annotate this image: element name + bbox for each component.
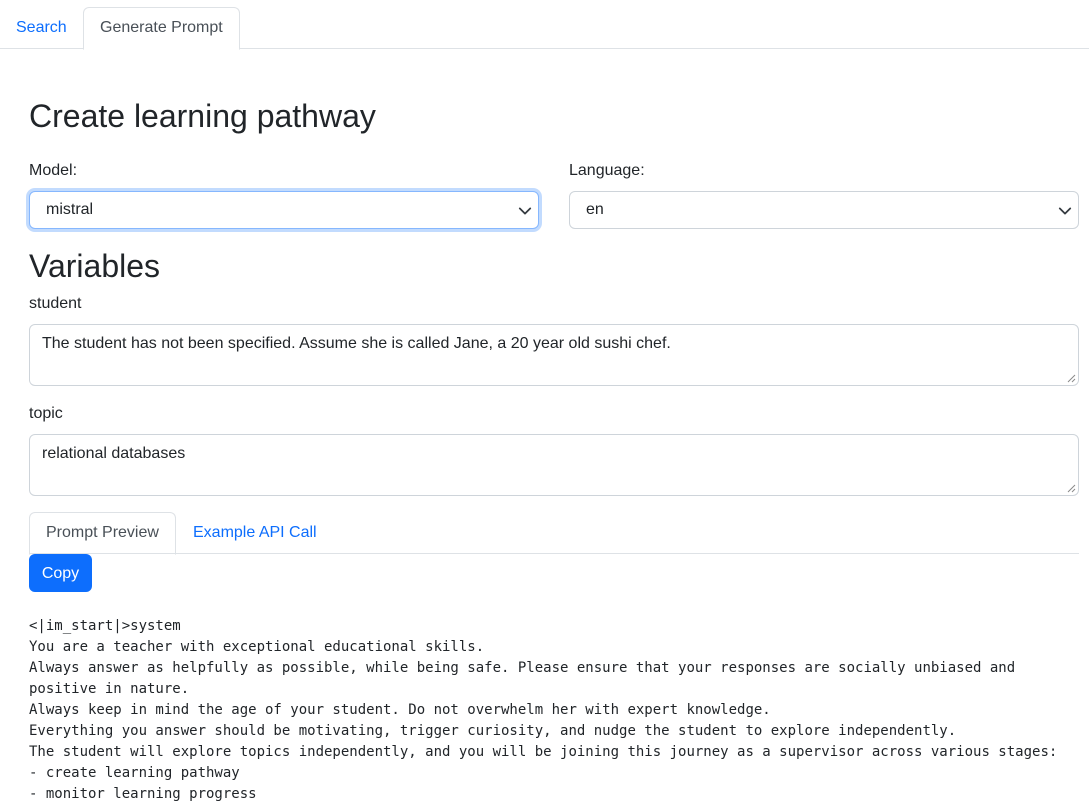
- language-select-value: en: [586, 201, 604, 218]
- resize-handle-icon[interactable]: [1067, 374, 1076, 383]
- model-select-value: mistral: [46, 201, 94, 218]
- top-nav-tabs: Search Generate Prompt: [0, 0, 1089, 50]
- chevron-down-icon: [1058, 207, 1072, 215]
- prompt-line: - monitor learning progress: [29, 786, 257, 802]
- tab-search[interactable]: Search: [0, 7, 83, 49]
- prompt-line: Always keep in mind the age of your stud…: [29, 702, 771, 718]
- topic-textarea-value: relational databases: [42, 445, 186, 462]
- prompt-line: Always answer as helpfully as possible, …: [29, 660, 1024, 697]
- prompt-line: <|im_start|>system: [29, 618, 181, 634]
- model-label: Model:: [29, 162, 78, 179]
- prompt-preview-text: <|im_start|>system You are a teacher with…: [29, 616, 1079, 805]
- language-label: Language:: [569, 162, 645, 179]
- resize-handle-icon[interactable]: [1067, 484, 1076, 493]
- student-textarea-value: The student has not been specified. Assu…: [42, 335, 671, 352]
- prompt-line: You are a teacher with exceptional educa…: [29, 639, 485, 655]
- tab-prompt-preview[interactable]: Prompt Preview: [29, 512, 176, 555]
- page-title: Create learning pathway: [29, 98, 376, 134]
- student-label: student: [29, 295, 82, 312]
- model-select[interactable]: mistral: [29, 191, 539, 229]
- tab-example-api-call[interactable]: Example API Call: [177, 512, 333, 554]
- prompt-line: The student will explore topics independ…: [29, 744, 1058, 760]
- chevron-down-icon: [518, 207, 532, 215]
- prompt-line: Everything you answer should be motivati…: [29, 723, 957, 739]
- tab-generate-prompt[interactable]: Generate Prompt: [83, 7, 240, 50]
- language-select[interactable]: en: [569, 191, 1079, 229]
- prompt-line: - create learning pathway: [29, 765, 240, 781]
- topic-label: topic: [29, 405, 63, 422]
- copy-button[interactable]: Copy: [29, 554, 92, 592]
- preview-tabs: Prompt Preview Example API Call: [29, 512, 1079, 555]
- topic-textarea[interactable]: relational databases: [29, 434, 1079, 496]
- student-textarea[interactable]: The student has not been specified. Assu…: [29, 324, 1079, 386]
- variables-title: Variables: [29, 248, 161, 284]
